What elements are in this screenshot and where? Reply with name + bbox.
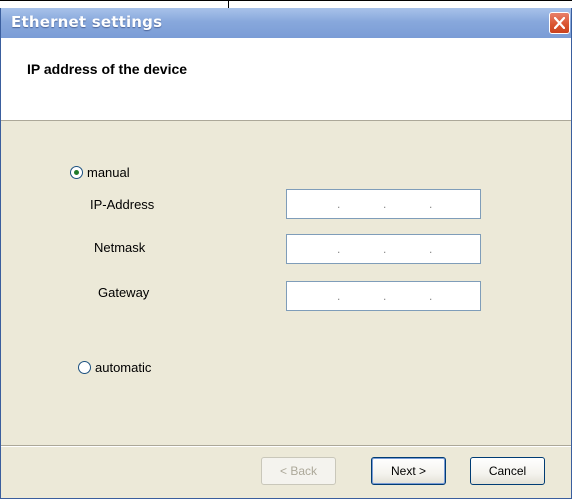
netmask-label: Netmask: [94, 240, 146, 255]
manual-radio-label[interactable]: manual: [87, 165, 130, 180]
back-button[interactable]: < Back: [261, 457, 336, 485]
close-icon: [554, 17, 565, 29]
automatic-radio-label[interactable]: automatic: [95, 360, 151, 375]
netmask-field[interactable]: . . .: [286, 234, 481, 264]
gateway-label: Gateway: [98, 285, 150, 300]
ip-octet-separator: .: [383, 197, 387, 211]
next-button[interactable]: Next >: [371, 457, 446, 485]
close-button[interactable]: [549, 12, 570, 34]
ethernet-settings-dialog: Ethernet settings IP address of the devi…: [0, 8, 572, 499]
gateway-field[interactable]: . . .: [286, 281, 481, 311]
automatic-radio[interactable]: [78, 361, 91, 374]
ip-address-field[interactable]: . . .: [286, 189, 481, 219]
ip-octet-separator: .: [383, 242, 387, 256]
manual-radio[interactable]: [70, 166, 83, 179]
ip-octet-separator: .: [337, 242, 341, 256]
ip-octet-separator: .: [337, 197, 341, 211]
ip-address-label: IP-Address: [90, 197, 155, 212]
ip-octet-separator: .: [383, 289, 387, 303]
window-title: Ethernet settings: [11, 13, 163, 31]
footer-divider: [1, 445, 571, 447]
document-top-rule: [0, 0, 572, 9]
ip-octet-separator: .: [429, 242, 433, 256]
ip-octet-separator: .: [337, 289, 341, 303]
radio-selected-dot: [74, 170, 79, 175]
cancel-button[interactable]: Cancel: [470, 457, 545, 485]
ip-octet-separator: .: [429, 289, 433, 303]
page-title: IP address of the device: [27, 61, 188, 77]
header-panel: IP address of the device: [1, 38, 571, 121]
title-bar[interactable]: Ethernet settings: [1, 8, 571, 38]
ip-octet-separator: .: [429, 197, 433, 211]
